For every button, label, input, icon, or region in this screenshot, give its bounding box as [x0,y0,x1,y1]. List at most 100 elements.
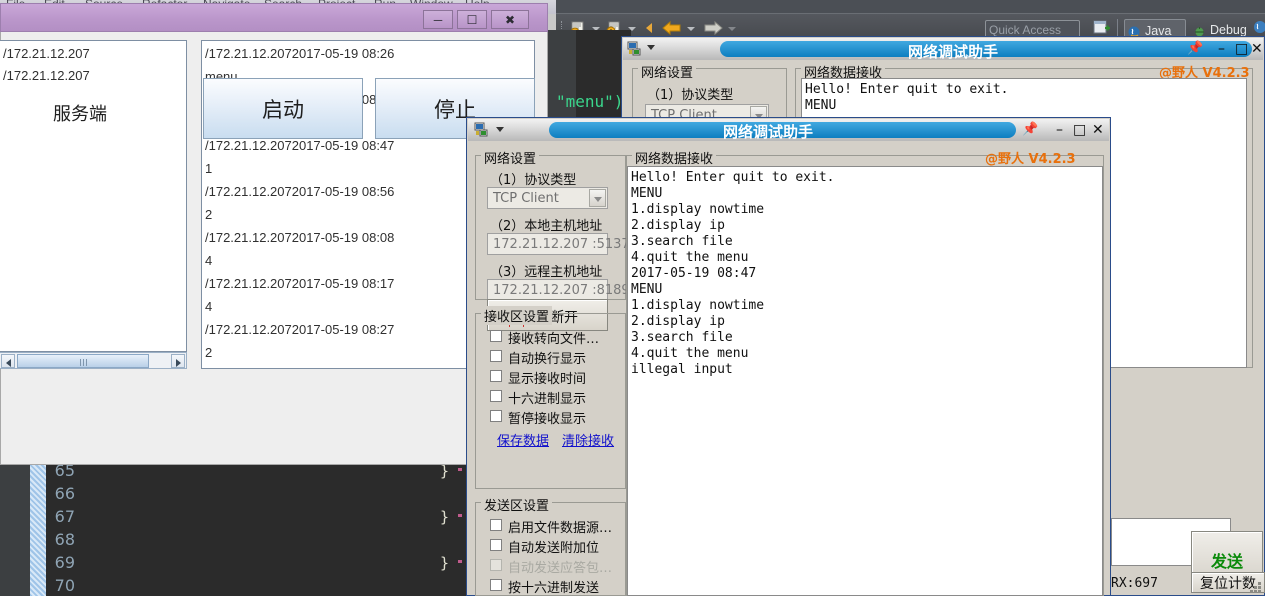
editor-left-band [0,465,30,596]
forward-arrow-icon[interactable] [703,20,723,36]
checkbox-label: 自动换行显示 [508,352,587,367]
log-line: 4 [205,299,213,314]
scroll-left-arrow[interactable] [1,354,15,368]
app-system-icon[interactable] [474,122,490,138]
log-line: /172.21.12.2072017-05-19 08:17 [205,276,395,291]
pin-icon[interactable]: 📌 [1022,123,1038,137]
scroll-right-arrow[interactable] [171,354,185,368]
checkbox-label: 自动发送附加位 [508,541,600,556]
code-line: } [440,554,450,572]
recv-line: Hello! Enter quit to exit. [631,170,835,185]
log-line: /172.21.12.2072017-05-19 08:08 [205,230,395,245]
log-line: /172.21.12.2072017-05-19 08:27 [205,322,395,337]
recv-line: 1.display nowtime [631,202,765,217]
start-button[interactable]: 启动 [203,78,363,139]
resize-grip[interactable] [1249,580,1263,594]
checkbox-box-icon[interactable] [490,370,502,382]
checkbox-label: 自动发送应答包… [508,561,613,576]
system-menu-chevron-down-icon[interactable] [647,45,655,50]
protocol-type-value: TCP Client [493,191,559,206]
back-minimize-button[interactable]: – [1218,42,1225,56]
editor-code-snippet: "menu") [556,92,624,111]
pin-icon[interactable]: 📌 [1187,42,1203,56]
front-recv-settings-title: 接收区设置 [481,306,553,325]
client-list-line: /172.21.12.207 [3,68,90,83]
checkbox-label: 十六进制显示 [508,392,587,407]
java-browsing-icon[interactable] [1252,19,1265,37]
checkbox-box-icon[interactable] [490,539,502,551]
recv-line: MENU [631,186,663,201]
front-close-button[interactable]: ✕ [1092,123,1104,137]
log-line: 2 [205,345,213,360]
clear-recv-link[interactable]: 清除接收 [562,430,614,449]
system-menu-chevron-down-icon[interactable] [496,127,504,132]
checkbox-label: 按十六进制发送 [508,581,600,596]
checkbox-box-icon[interactable] [490,350,502,362]
open-perspective-icon[interactable] [1093,19,1111,37]
line-number: 66 [54,484,75,503]
netassist-back-titlebar[interactable]: 网络调试助手 📌 – □ ✕ [623,38,1263,61]
close-icon: ✖ [504,12,516,27]
protocol-type-label: （1）协议类型 [490,173,577,188]
local-host-label: （2）本地主机地址 [490,219,603,234]
checkbox-label: 显示接收时间 [508,372,587,387]
hscroll-thumb[interactable] [17,354,149,368]
recv-line: 1.display nowtime [631,298,765,313]
remote-host-label: （3）远程主机地址 [490,265,603,280]
back-arrow-icon[interactable] [662,20,682,36]
back-recv-line: MENU [805,98,837,113]
local-host-input[interactable]: 172.21.12.207 :51370 [487,233,638,255]
recv-line: 4.quit the menu [631,250,749,265]
checkbox-box-icon[interactable] [490,390,502,402]
checkbox-box-icon[interactable] [490,519,502,531]
front-minimize-button[interactable]: – [1056,123,1063,137]
editor-change-markers [458,465,462,596]
remote-host-input[interactable]: 172.21.12.207 :8189 [487,279,630,301]
maximize-icon: ☐ [466,12,478,27]
back-rx-counter: RX:697 [1111,576,1158,591]
editor-fold-strip [30,465,46,596]
screenshot-root: File Edit Source Refactor Navigate Searc… [0,0,1265,596]
log-line: /172.21.12.2072017-05-19 08:56 [205,184,395,199]
log-line: 2 [205,207,213,222]
recv-line: 2017-05-19 08:47 [631,266,757,281]
save-data-link[interactable]: 保存数据 [497,430,549,449]
swing-window-titlebar[interactable]: ─ ☐ ✖ [0,3,548,32]
debug-perspective-icon [1193,23,1206,37]
swing-maximize-button[interactable]: ☐ [457,10,487,29]
front-maximize-button[interactable]: □ [1073,123,1086,137]
back-close-button[interactable]: ✕ [1251,42,1263,56]
netassist-front-title: 网络调试助手 [723,123,814,141]
back-small-icon[interactable] [642,20,658,36]
recv-data-textarea[interactable]: Hello! Enter quit to exit. MENU 1.displa… [627,166,1103,596]
back-dropdown-icon[interactable] [687,27,695,31]
netassist-front-titlebar[interactable]: 网络调试助手 📌 – □ ✕ [468,119,1109,141]
back-maximize-button[interactable]: □ [1235,42,1248,56]
front-version-label: @野人 V4.2.3 [985,152,1076,167]
line-number: 67 [54,507,75,526]
checkbox-box-icon[interactable] [490,579,502,591]
front-send-settings-title: 发送区设置 [481,495,553,514]
log-line: /172.21.12.2072017-05-19 08:47 [205,138,395,153]
back-network-settings-title: 网络设置 [638,62,697,81]
client-list-hscrollbar[interactable] [0,352,187,369]
checkbox-label: 接收转向文件… [508,332,600,347]
protocol-type-combo[interactable]: TCP Client [487,187,608,209]
checkbox-box-icon[interactable] [490,330,502,342]
swing-minimize-button[interactable]: ─ [423,10,453,29]
line-number: 69 [54,553,75,572]
recv-line: 3.search file [631,234,733,249]
minimize-icon: ─ [433,12,443,27]
forward-dropdown-icon[interactable] [728,27,736,31]
netassist-back-title: 网络调试助手 [908,43,999,61]
client-list-textarea[interactable]: /172.21.12.207 /172.21.12.207 [0,40,187,352]
protocol-combo-button[interactable] [589,189,606,207]
recv-line: 2.display ip [631,218,725,233]
checkbox-box-icon[interactable] [490,410,502,422]
netassist-foreground-window[interactable]: 网络调试助手 📌 – □ ✕ 网络设置 （1）协议类型 TCP Client （… [466,117,1111,596]
recv-line: MENU [631,282,663,297]
perspective-debug-label: Debug [1210,23,1247,37]
code-line: } [440,508,450,526]
app-system-icon[interactable] [627,41,643,57]
swing-close-button[interactable]: ✖ [491,10,529,29]
